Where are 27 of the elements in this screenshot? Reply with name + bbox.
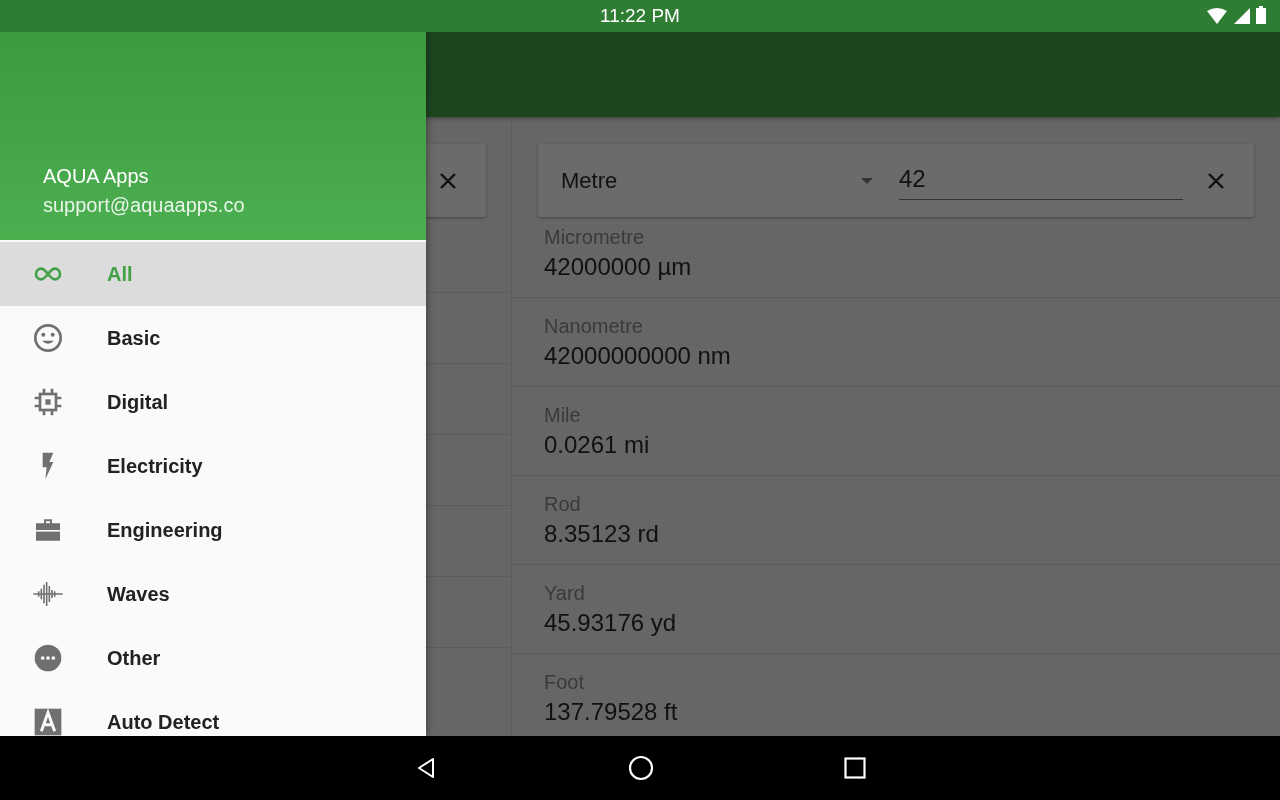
drawer-item[interactable]: Basic xyxy=(0,306,426,370)
caret-icon xyxy=(861,177,873,184)
recent-apps-icon[interactable] xyxy=(844,757,866,779)
converted-value: 0.0261 mi xyxy=(544,430,651,460)
drawer-item[interactable]: Digital xyxy=(0,370,426,434)
converted-value: 8.35123 rd xyxy=(544,519,660,549)
account-email: support@aquaapps.co xyxy=(43,193,246,218)
clock: 11:22 PM xyxy=(600,5,680,27)
converted-value: 45.93176 yd xyxy=(544,608,678,638)
unit-dropdown[interactable]: Metre xyxy=(561,156,900,205)
battery-icon xyxy=(1256,6,1266,24)
chip-icon xyxy=(32,386,64,418)
value-field[interactable]: 42 xyxy=(899,161,1183,200)
drawer-item[interactable]: Engineering xyxy=(0,498,426,562)
more-icon xyxy=(32,642,64,674)
smiley-icon xyxy=(32,322,64,354)
signal-icon xyxy=(1234,8,1250,24)
drawer-item[interactable]: Auto Detect xyxy=(0,690,426,736)
converted-value: 137.79528 ft xyxy=(544,697,679,727)
drawer-item[interactable]: Waves xyxy=(0,562,426,626)
wifi-icon xyxy=(1206,8,1228,24)
home-icon[interactable] xyxy=(628,755,654,781)
drawer-item[interactable]: Electricity xyxy=(0,434,426,498)
drawer-item[interactable]: Other xyxy=(0,626,426,690)
account-name: AQUA Apps xyxy=(43,164,150,189)
converted-value: 42000000000 nm xyxy=(544,341,732,371)
converted-value: 42000000 µm xyxy=(544,252,693,282)
